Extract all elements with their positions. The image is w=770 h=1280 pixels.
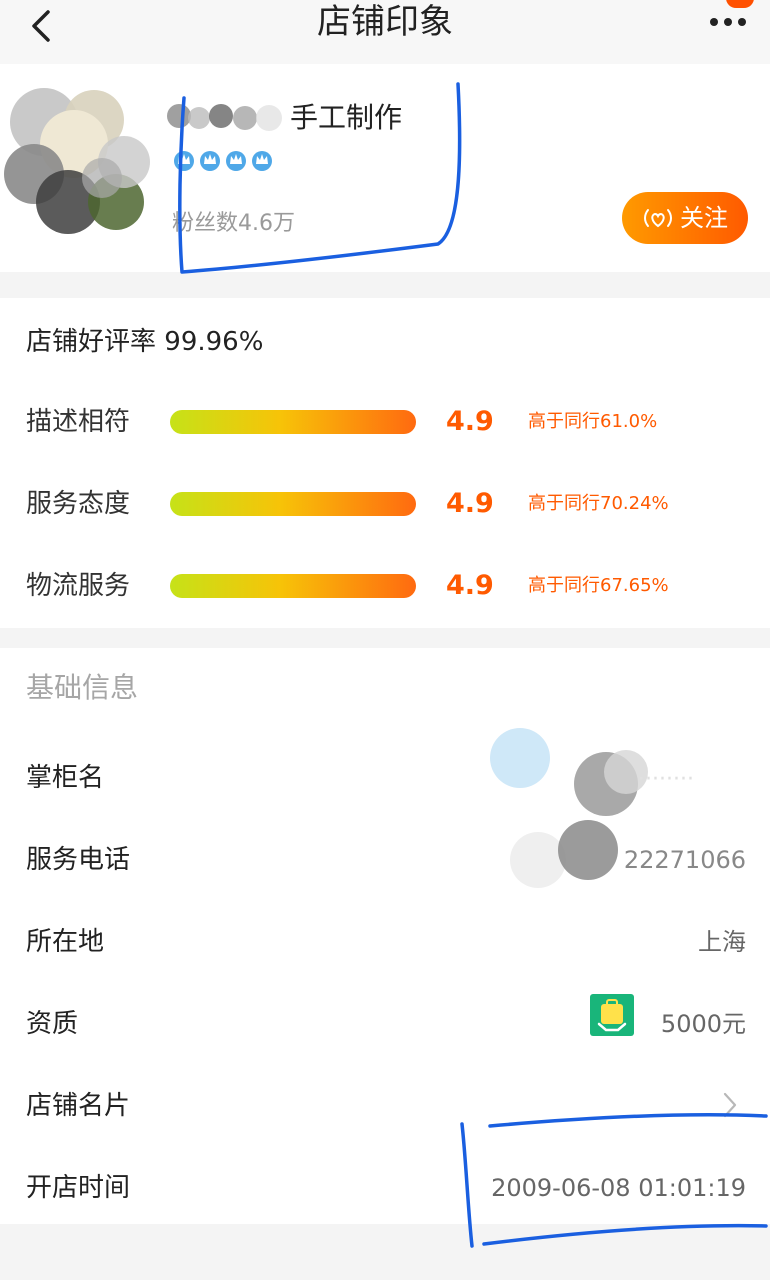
rating-score: 4.9 [446, 406, 494, 437]
info-label: 开店时间 [26, 1173, 131, 1203]
rating-score: 4.9 [446, 570, 494, 601]
rating-compare: 高于同行70.24% [528, 493, 669, 514]
svg-text:········: ········ [638, 767, 694, 792]
rating-label: 描述相符 [26, 407, 131, 437]
info-row-qualification[interactable]: 资质 5000元 [0, 994, 770, 1054]
rating-bar [170, 574, 416, 598]
info-row-owner: 掌柜名 ········ [0, 728, 770, 816]
rating-row-logistics: 物流服务 4.9 高于同行67.65% [0, 564, 770, 608]
info-value: 5000元 [660, 1010, 746, 1038]
good-rate-label: 店铺好评率 [26, 327, 157, 357]
basic-info-section: 基础信息 掌柜名 ········ 服务电话 22271066 所在地 上海 资… [0, 648, 770, 1224]
rating-compare: 高于同行67.65% [528, 575, 669, 596]
info-label: 资质 [26, 1009, 79, 1039]
rating-score: 4.9 [446, 488, 494, 519]
crown-icon [226, 151, 246, 171]
info-row-phone: 服务电话 22271066 [0, 820, 770, 890]
rating-label: 物流服务 [26, 571, 131, 601]
shop-avatar[interactable] [4, 82, 164, 242]
rating-row-service: 服务态度 4.9 高于同行70.24% [0, 482, 770, 526]
good-rate: 店铺好评率 99.96% [26, 322, 263, 362]
info-row-location: 所在地 上海 [0, 912, 770, 972]
fans-label: 粉丝数 [172, 211, 239, 236]
rating-label: 服务态度 [26, 489, 131, 519]
seller-level-crowns [172, 148, 274, 176]
rating-bar [170, 492, 416, 516]
shop-name: 手工制作 [290, 101, 403, 134]
info-label: 服务电话 [26, 845, 131, 875]
section-title: 基础信息 [26, 671, 139, 704]
more-options-icon[interactable] [708, 10, 748, 34]
deposit-bag-icon [590, 994, 634, 1036]
blurred-owner-mask: ········ [490, 728, 694, 816]
fans-value: 4.6万 [238, 211, 296, 236]
good-rate-value: 99.96% [164, 327, 264, 357]
info-label: 掌柜名 [26, 763, 105, 793]
rating-row-description: 描述相符 4.9 高于同行61.0% [0, 400, 770, 444]
info-label: 所在地 [26, 927, 105, 957]
info-value: 2009-06-08 01:01:19 [491, 1174, 746, 1202]
blurred-phone-mask [510, 820, 618, 888]
info-label: 店铺名片 [26, 1091, 131, 1121]
shop-header-card: 手工制作 粉丝数4.6万 关注 [0, 64, 770, 272]
info-row-open-time: 开店时间 2009-06-08 01:01:19 [0, 1158, 770, 1218]
follow-label: 关注 [680, 204, 728, 232]
info-row-shop-card[interactable]: 店铺名片 [0, 1076, 770, 1136]
rating-bar [170, 410, 416, 434]
navigation-bar: 店铺印象 [0, 0, 770, 64]
fans-count: 粉丝数4.6万 [172, 204, 295, 244]
rating-compare: 高于同行61.0% [528, 411, 658, 432]
crown-icon [252, 151, 272, 171]
crown-icon [174, 151, 194, 171]
info-value: 上海 [698, 928, 746, 956]
blurred-name-mask [167, 104, 282, 131]
page-title: 店铺印象 [317, 2, 453, 42]
chevron-right-icon [723, 1092, 737, 1118]
shop-ratings-section: 店铺好评率 99.96% 描述相符 4.9 高于同行61.0% 服务态度 4.9… [0, 298, 770, 628]
heart-signal-icon [644, 209, 672, 228]
crown-icon [200, 151, 220, 171]
follow-button[interactable]: 关注 [622, 192, 748, 244]
info-value[interactable]: 22271066 [624, 838, 746, 882]
